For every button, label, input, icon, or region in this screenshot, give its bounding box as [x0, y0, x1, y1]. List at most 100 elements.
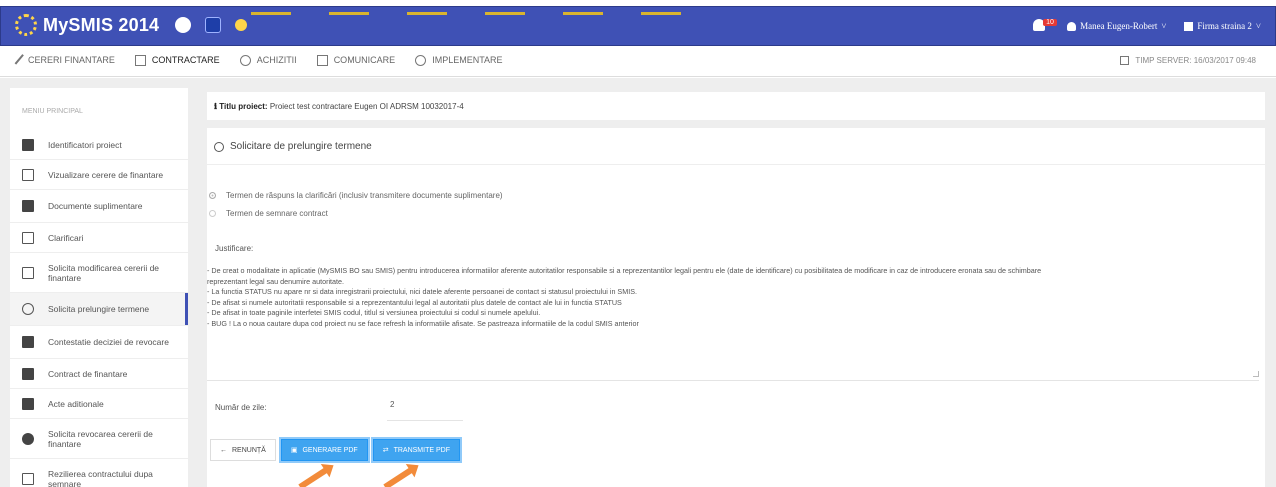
nav-achizitii[interactable]: ACHIZITII: [239, 54, 297, 66]
sidebar-item-label: Contract de finantare: [48, 368, 128, 379]
sidebar-item-documente[interactable]: Documente suplimentare: [10, 190, 188, 223]
project-title-label: Titlu proiect:: [219, 102, 268, 111]
sidebar-item-revocare[interactable]: Solicita revocarea cererii de finantare: [10, 419, 188, 459]
main-nav: CERERI FINANTARE CONTRACTARE ACHIZITII C…: [0, 47, 1276, 77]
firm-name: Firma straina 2: [1197, 21, 1252, 31]
document-x-icon: [22, 472, 34, 485]
eu-flag-icon: [205, 17, 222, 33]
nav-label: COMUNICARE: [333, 55, 396, 65]
notifications-button[interactable]: 10: [1033, 19, 1057, 33]
app-title: MySMIS 2014: [43, 14, 160, 35]
radio-button[interactable]: [209, 192, 216, 199]
sidebar-item-label: Clarificari: [48, 232, 84, 243]
pencil-icon: [14, 54, 26, 66]
cancel-circle-icon: [22, 432, 34, 445]
days-input[interactable]: 2: [390, 400, 394, 409]
sidebar-item-label: Vizualizare cerere de finantare: [48, 169, 164, 180]
info-icon: ℹ: [214, 102, 218, 111]
alarm-clock-icon: [22, 303, 34, 315]
justification-line: - BUG ! La o noua cautare dupa cod proie…: [207, 318, 639, 328]
option-semnare-contract[interactable]: Termen de semnare contract: [209, 209, 328, 218]
sidebar-item-label: Acte aditionale: [48, 398, 104, 409]
sidebar-item-label: Solicita revocarea cererii de finantare: [48, 428, 153, 449]
project-title-value: Proiect test contractare Eugen OI ADRSM …: [269, 102, 464, 111]
layers-icon: [239, 54, 251, 66]
justification-textarea[interactable]: - De creat o modalitate in aplicatie (My…: [207, 266, 1259, 329]
project-title-card: ℹ Titlu proiect: Proiect test contractar…: [207, 92, 1265, 120]
chevron-down-icon: ˅: [1255, 21, 1261, 31]
radio-button[interactable]: [209, 210, 216, 217]
transfer-icon: ⇄: [382, 447, 389, 454]
book-icon: [22, 168, 34, 181]
nav-label: IMPLEMENTARE: [432, 55, 503, 65]
bank-icon: [1184, 21, 1194, 31]
sidebar-item-label: Contestatie deciziei de revocare: [48, 337, 169, 347]
sidebar-item-label: Documente suplimentare: [48, 201, 143, 211]
days-label: Număr de zile:: [215, 403, 267, 412]
contract-icon: [22, 367, 34, 380]
sidebar-item-label: Solicita modificarea cererii de finantar…: [48, 262, 160, 283]
transmit-pdf-button[interactable]: ⇄ TRANSMITE PDF: [372, 439, 460, 461]
file-icon: [22, 397, 34, 410]
chevron-down-icon: ˅: [1161, 21, 1167, 31]
arrow-left-icon: ←: [220, 446, 227, 454]
user-menu[interactable]: Manea Eugen-Robert ˅: [1067, 21, 1166, 31]
monitor-icon: [316, 54, 328, 66]
cancel-button[interactable]: ← RENUNȚĂ: [210, 439, 276, 461]
user-name: Manea Eugen-Robert: [1080, 21, 1158, 31]
extension-request-form: Solicitare de prelungire termene Termen …: [207, 128, 1265, 487]
nav-comunicare[interactable]: COMUNICARE: [316, 54, 396, 66]
sidebar-item-contract[interactable]: Contract de finantare: [10, 359, 188, 389]
document-icon: [134, 54, 146, 66]
sidebar-item-label: Rezilierea contractului dupa semnare: [48, 468, 153, 487]
file-gavel-icon: [22, 336, 34, 348]
brand-decoration: [251, 7, 771, 15]
edit-icon: [22, 231, 34, 244]
sidebar-item-identificatori[interactable]: Identificatori proiect: [10, 130, 188, 160]
nav-implementare[interactable]: IMPLEMENTARE: [415, 54, 503, 66]
sidebar-item-clarificari[interactable]: Clarificari: [10, 223, 188, 253]
pdf-icon: ▣: [290, 447, 298, 454]
option-label: Termen de semnare contract: [226, 209, 328, 218]
justification-line: - La functia STATUS nu apare nr si data …: [207, 287, 638, 296]
server-time-text: TIMP SERVER: 16/03/2017 09:48: [1135, 56, 1256, 65]
cancel-button-label: RENUNȚĂ: [232, 446, 266, 454]
app-logo[interactable]: MySMIS 2014: [15, 14, 248, 36]
nav-label: ACHIZITII: [256, 55, 297, 65]
justification-line: - De creat o modalitate in aplicatie (My…: [207, 266, 1042, 275]
sidebar-title: MENIU PRINCIPAL: [22, 108, 83, 115]
option-label: Termen de răspuns la clarificări (inclus…: [226, 191, 503, 200]
sidebar-item-modificare[interactable]: Solicita modificarea cererii de finantar…: [10, 253, 188, 293]
sidebar-item-contestatie[interactable]: Contestatie deciziei de revocare: [10, 326, 188, 359]
server-icon: [1120, 56, 1130, 65]
nav-contractare[interactable]: CONTRACTARE: [134, 54, 220, 66]
generate-pdf-button[interactable]: ▣ GENERARE PDF: [280, 439, 368, 461]
layers-icon: [415, 54, 427, 66]
textarea-resize-handle[interactable]: [1253, 371, 1259, 377]
option-clarificari[interactable]: Termen de răspuns la clarificări (inclus…: [209, 191, 503, 200]
settings-icon[interactable]: [175, 17, 192, 33]
alarm-clock-icon: [214, 141, 224, 152]
firm-menu[interactable]: Firma straina 2 ˅: [1184, 21, 1261, 31]
transmit-pdf-label: TRANSMITE PDF: [393, 446, 450, 454]
sidebar-item-label: Solicita prelungire termene: [48, 304, 150, 314]
sidebar-item-prelungire[interactable]: Solicita prelungire termene: [10, 293, 188, 326]
sun-icon: [235, 19, 248, 31]
sidebar-item-label: Identificatori proiect: [48, 139, 122, 150]
sidebar-item-acte[interactable]: Acte aditionale: [10, 389, 188, 419]
generate-pdf-label: GENERARE PDF: [302, 446, 358, 454]
justification-line: - De afisat in toate paginile interfetei…: [207, 308, 541, 317]
book-closed-icon: [22, 200, 34, 212]
nav-label: CONTRACTARE: [151, 55, 220, 65]
form-actions: ← RENUNȚĂ ▣ GENERARE PDF ⇄ TRANSMITE PDF: [210, 439, 460, 461]
days-input-underline: [387, 420, 463, 421]
sidebar-item-vizualizare[interactable]: Vizualizare cerere de finantare: [10, 160, 188, 190]
divider: [207, 164, 1265, 165]
nav-cereri-finantare[interactable]: CERERI FINANTARE: [14, 54, 115, 66]
sidebar-item-reziliere[interactable]: Rezilierea contractului dupa semnare: [10, 459, 188, 487]
justification-line: reprezentant legal sau denumire autorita…: [207, 276, 345, 286]
file-icon: [22, 138, 34, 151]
justification-line: - De afisat si numele autoritatii respon…: [207, 297, 622, 307]
section-title: Solicitare de prelungire termene: [214, 141, 372, 152]
textarea-underline: [207, 380, 1259, 381]
